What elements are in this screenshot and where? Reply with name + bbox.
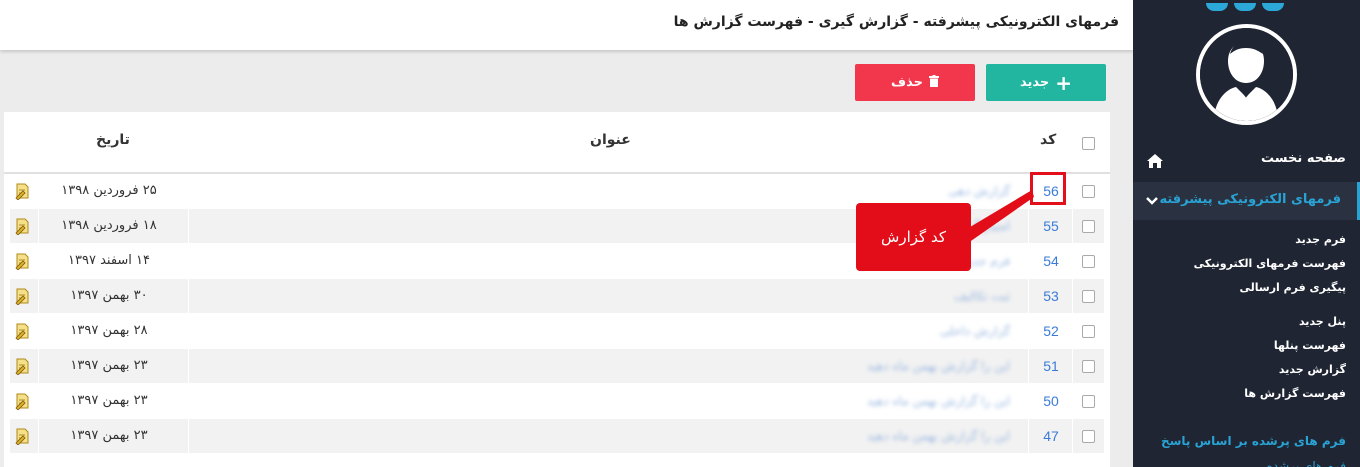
sidebar-item-reports-list[interactable]: فهرست گزارش ها xyxy=(1146,382,1346,406)
code-callout: کد گزارش xyxy=(856,203,971,271)
sidebar-item-home[interactable]: صفحه نخست xyxy=(1133,148,1360,176)
logo xyxy=(1200,0,1290,11)
submenu-forms: فرم جدید فهرست فرمهای الکترونیکی پیگیری … xyxy=(1146,228,1346,300)
home-icon xyxy=(1147,154,1163,172)
sidebar-item-home-label: صفحه نخست xyxy=(1261,151,1346,166)
sidebar-item-new-panel[interactable]: پنل جدید xyxy=(1146,310,1346,334)
sidebar-item-new-report[interactable]: گزارش جدید xyxy=(1146,358,1346,382)
sidebar: صفحه نخست فرمهای الکترونیکی پیشرفته فرم … xyxy=(1133,0,1360,467)
sidebar-item-filled-forms[interactable]: فرم های پرشده بر اساس پاسخ xyxy=(1161,434,1346,448)
sidebar-item-track-form[interactable]: پیگیری فرم ارسالی xyxy=(1146,276,1346,300)
sidebar-item-new-form[interactable]: فرم جدید xyxy=(1146,228,1346,252)
user-avatar-icon[interactable] xyxy=(1196,24,1297,125)
sidebar-group-advanced-forms[interactable]: فرمهای الکترونیکی پیشرفته xyxy=(1133,182,1360,220)
sidebar-item-panels-list[interactable]: فهرست پنلها xyxy=(1146,334,1346,358)
sidebar-item-forms-list[interactable]: فهرست فرمهای الکترونیکی xyxy=(1146,252,1346,276)
chevron-down-icon xyxy=(1146,194,1158,209)
sidebar-group-label: فرمهای الکترونیکی پیشرفته xyxy=(1159,192,1341,207)
submenu-panels: پنل جدید فهرست پنلها گزارش جدید فهرست گز… xyxy=(1146,310,1346,406)
sidebar-item-filled-forms-2[interactable]: فرم های پرشده xyxy=(1226,459,1346,467)
